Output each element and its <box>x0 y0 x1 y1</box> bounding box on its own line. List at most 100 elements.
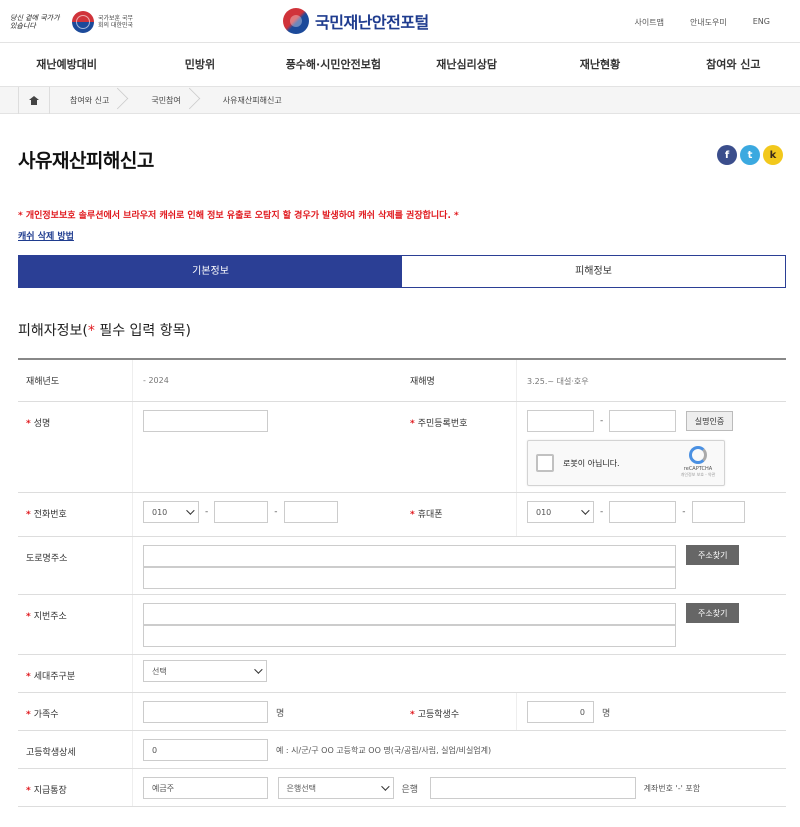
road-address-detail-input[interactable] <box>143 567 676 589</box>
form-row: * 가족수 명 * 고등학생수 0명 <box>18 693 786 731</box>
section-title-a: 피해자정보( <box>18 323 88 339</box>
form-row: * 세대주구분 선택 <box>18 655 786 693</box>
lot-address-label: 지번주소 <box>33 612 67 622</box>
year-value: - 2024 <box>143 376 169 385</box>
required-icon: * <box>410 710 415 720</box>
breadcrumb-current: 사유재산피해신고 <box>222 95 282 105</box>
section-title-b: 필수 입력 항목) <box>94 323 191 339</box>
site-header: 당신 곁에 국가가 있습니다 국가보훈 국무회의 대한민국 국민재난안전포털 사… <box>0 0 800 43</box>
facebook-icon[interactable]: f <box>717 145 737 165</box>
bank-unit: 은행 <box>401 784 419 795</box>
site-logo[interactable]: 국민재난안전포털 <box>283 8 429 34</box>
disaster-value: 3.25.~ 대설·호우 <box>527 377 589 386</box>
emblem-icon <box>283 8 309 34</box>
required-icon: * <box>410 510 415 520</box>
form-row: * 지번주소 주소찾기 <box>18 595 786 655</box>
kakaostory-icon[interactable]: k <box>763 145 783 165</box>
victim-info-form: 재해년도 - 2024 재해명 3.25.~ 대설·호우 * 성명 * 주민등록번호… <box>18 358 786 807</box>
recaptcha-checkbox[interactable] <box>536 454 554 472</box>
road-address-label: 도로명주소 <box>18 537 133 594</box>
phone-label: 전화번호 <box>33 510 67 520</box>
recaptcha-label: 로봇이 아닙니다. <box>563 459 620 468</box>
rrn-label: 주민등록번호 <box>417 419 468 429</box>
mobile-last-input[interactable] <box>691 501 745 523</box>
form-row: * 전화번호 010- - * 휴대폰 010- - <box>18 493 786 537</box>
lot-address-input[interactable] <box>143 603 676 625</box>
lot-address-detail-input[interactable] <box>143 625 676 647</box>
disaster-label: 재해명 <box>402 360 517 401</box>
utility-links: 사이트맵 안내도우미 ENG <box>634 17 770 28</box>
home-button[interactable] <box>18 86 50 114</box>
required-icon: * <box>26 786 31 796</box>
nav-item-prevention[interactable]: 재난예방대비 <box>0 43 133 86</box>
twitter-icon[interactable]: t <box>740 145 760 165</box>
cache-delete-link[interactable]: 캐쉬 삭제 방법 <box>18 229 74 242</box>
required-icon: * <box>26 710 31 720</box>
page-title: 사유재산피해신고 <box>18 150 154 172</box>
required-star: * <box>87 323 95 339</box>
account-hint: 계좌번호 '-' 포함 <box>643 783 701 793</box>
hs-unit: 명 <box>602 708 611 719</box>
mobile-label: 휴대폰 <box>417 510 443 520</box>
name-label: 성명 <box>33 419 51 429</box>
chevron-down-icon <box>254 665 263 674</box>
required-icon: * <box>410 419 415 429</box>
rrn-front-input[interactable] <box>527 410 594 432</box>
road-address-search-button[interactable]: 주소찾기 <box>686 545 740 565</box>
hs-detail-hint: 예 : 시/군/구 OO 고등학교 OO 명(국/공립/사립, 실업/비실업계) <box>276 745 492 755</box>
road-address-input[interactable] <box>143 545 676 567</box>
share-buttons: f t k <box>717 145 783 165</box>
nav-item-participation[interactable]: 참여와 신고 <box>667 43 800 86</box>
chevron-down-icon <box>186 506 195 515</box>
breadcrumb-item[interactable]: 국민참여 <box>131 87 202 114</box>
recaptcha-widget: 로봇이 아닙니다. reCAPTCHA 개인정보 보호 - 약관 <box>527 440 725 486</box>
bank-select-value: 은행선택 <box>286 783 316 793</box>
bank-select[interactable]: 은행선택 <box>277 777 394 799</box>
mobile-prefix-select[interactable]: 010 <box>527 501 594 523</box>
form-row: 도로명주소 주소찾기 <box>18 537 786 595</box>
mobile-mid-input[interactable] <box>609 501 677 523</box>
verify-button[interactable]: 실명인증 <box>685 411 734 431</box>
slogan-text: 당신 곁에 국가가 있습니다 <box>10 14 60 30</box>
form-row: * 지급통장 예금주 은행선택 은행 계좌번호 '-' 포함 <box>18 769 786 807</box>
household-select[interactable]: 선택 <box>143 660 267 682</box>
year-label: 재해년도 <box>18 360 133 401</box>
hs-count-label: 고등학생수 <box>417 710 460 720</box>
tab-damage-info[interactable]: 피해정보 <box>402 256 785 287</box>
english-link[interactable]: ENG <box>753 17 770 28</box>
taegeuk-icon <box>72 11 94 33</box>
phone-prefix-select[interactable]: 010 <box>143 501 199 523</box>
lot-address-search-button[interactable]: 주소찾기 <box>686 603 740 623</box>
nav-item-status[interactable]: 재난현황 <box>533 43 666 86</box>
phone-prefix-value: 010 <box>152 507 168 517</box>
guide-link[interactable]: 안내도우미 <box>690 17 727 28</box>
nav-item-insurance[interactable]: 풍수해·시민안전보험 <box>267 43 400 86</box>
chevron-down-icon <box>380 782 390 791</box>
year-value-text: 2024 <box>148 376 169 385</box>
household-label: 세대주구분 <box>33 672 76 682</box>
tab-basic-info[interactable]: 기본정보 <box>19 256 402 287</box>
section-title: 피해자정보(* 필수 입력 항목) <box>18 320 191 340</box>
recaptcha-icon <box>689 446 707 464</box>
rrn-back-input[interactable] <box>609 410 677 432</box>
gov-text: 국가보훈 국무회의 대한민국 <box>98 15 134 29</box>
form-row: * 성명 * 주민등록번호 - 실명인증 로봇이 아닙니다. reCAPTCHA 개… <box>18 402 786 493</box>
hs-detail-input[interactable]: 0 <box>143 739 268 761</box>
government-logo[interactable]: 당신 곁에 국가가 있습니다 국가보훈 국무회의 대한민국 <box>10 8 135 36</box>
account-number-input[interactable] <box>429 777 636 799</box>
phone-mid-input[interactable] <box>214 501 269 523</box>
hs-count-input[interactable]: 0 <box>527 701 594 723</box>
required-icon: * <box>26 419 31 429</box>
home-icon <box>29 95 39 105</box>
nav-item-counseling[interactable]: 재난심리상담 <box>400 43 533 86</box>
phone-last-input[interactable] <box>283 501 338 523</box>
family-count-input[interactable] <box>143 701 268 723</box>
name-input[interactable] <box>143 410 268 432</box>
recaptcha-terms[interactable]: 개인정보 보호 - 약관 <box>680 472 716 478</box>
required-icon: * <box>26 612 31 622</box>
hs-detail-label: 고등학생상세 <box>18 731 133 768</box>
nav-item-civil-defense[interactable]: 민방위 <box>133 43 266 86</box>
breadcrumb-item[interactable]: 참여와 신고 <box>50 87 131 114</box>
sitemap-link[interactable]: 사이트맵 <box>634 17 663 28</box>
account-holder-input[interactable]: 예금주 <box>143 777 268 799</box>
